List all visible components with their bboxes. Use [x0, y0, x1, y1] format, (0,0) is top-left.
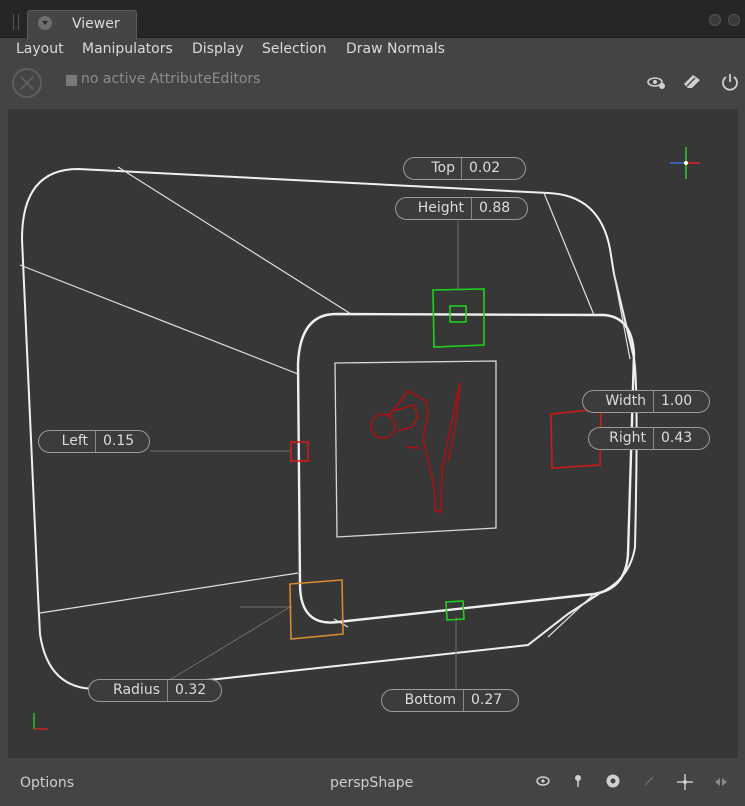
tab-viewer[interactable]: Viewer	[27, 10, 137, 39]
radius-handle	[289, 579, 344, 640]
right-param-value: 0.43	[661, 430, 693, 446]
pin-icon[interactable]	[570, 773, 586, 794]
camera-name: perspShape	[330, 775, 414, 791]
bottom-param-value: 0.27	[471, 692, 503, 708]
power-icon[interactable]	[720, 72, 740, 97]
height-param[interactable]: Height 0.88	[395, 197, 528, 220]
left-param-label: Left	[61, 433, 88, 449]
tab-label: Viewer	[72, 16, 120, 32]
attribute-editor-status: no active AttributeEditors	[81, 71, 261, 87]
axis-indicator-icon	[33, 713, 48, 730]
menu-bar: Layout Manipulators Display Selection Dr…	[0, 38, 745, 62]
inner-card-wireframe	[296, 312, 636, 624]
float-window-icon[interactable]	[709, 14, 721, 26]
close-circle-icon[interactable]	[12, 68, 42, 98]
close-window-icon[interactable]	[728, 14, 740, 26]
menu-draw-normals[interactable]: Draw Normals	[346, 41, 445, 57]
left-param[interactable]: Left 0.15	[38, 430, 150, 453]
radius-param[interactable]: Radius 0.32	[88, 679, 222, 702]
image-plane	[334, 360, 497, 538]
move-icon[interactable]	[676, 773, 694, 796]
right-param[interactable]: Right 0.43	[588, 427, 710, 450]
right-param-label: Right	[609, 430, 646, 446]
menu-layout[interactable]: Layout	[16, 41, 64, 57]
radius-param-label: Radius	[113, 682, 160, 698]
drag-grip-icon[interactable]	[13, 14, 19, 30]
visibility-settings-icon[interactable]	[647, 72, 667, 97]
radius-param-value: 0.32	[175, 682, 207, 698]
bottom-param[interactable]: Bottom 0.27	[381, 689, 519, 712]
height-handle	[432, 288, 485, 348]
eye-icon[interactable]	[535, 773, 551, 794]
toolbar: no active AttributeEditors	[0, 62, 745, 102]
top-param-label: Top	[431, 160, 455, 176]
options-button[interactable]: Options	[20, 775, 74, 791]
height-param-label: Height	[417, 200, 464, 216]
orbit-icon[interactable]	[712, 773, 730, 796]
3d-viewport[interactable]: Top 0.02 Height 0.88 Width 1.00 Right 0.…	[8, 109, 738, 758]
outer-frame-wireframe	[20, 167, 638, 691]
tab-menu-icon[interactable]	[38, 16, 52, 30]
select-arrow-icon[interactable]	[641, 773, 657, 794]
left-param-value: 0.15	[103, 433, 135, 449]
attribute-editor-square-icon	[66, 75, 77, 86]
status-bar: Options perspShape	[0, 762, 745, 806]
width-param-label: Width	[605, 393, 646, 409]
menu-display[interactable]: Display	[192, 41, 244, 57]
top-param-value: 0.02	[469, 160, 501, 176]
menu-selection[interactable]: Selection	[262, 41, 327, 57]
top-param[interactable]: Top 0.02	[403, 157, 526, 180]
height-param-value: 0.88	[479, 200, 511, 216]
bottom-param-label: Bottom	[404, 692, 456, 708]
width-param[interactable]: Width 1.00	[582, 390, 710, 413]
menu-manipulators[interactable]: Manipulators	[82, 41, 173, 57]
eraser-icon[interactable]	[682, 72, 702, 97]
viewer-window: Viewer Layout Manipulators Display Selec…	[0, 0, 745, 806]
width-param-value: 1.00	[661, 393, 693, 409]
tab-bar: Viewer	[0, 0, 745, 39]
texture-glyph	[370, 381, 461, 513]
camera-lens-icon[interactable]	[605, 773, 621, 794]
orientation-gizmo-icon	[670, 147, 700, 179]
